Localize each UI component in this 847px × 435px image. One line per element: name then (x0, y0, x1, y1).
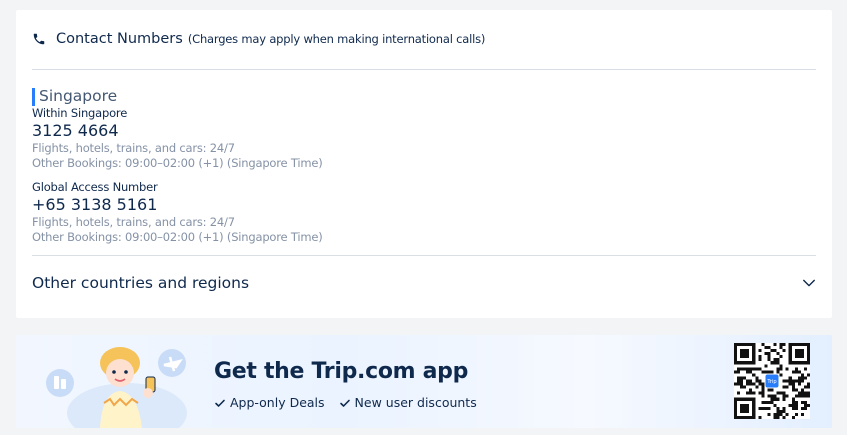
check-icon (339, 399, 350, 407)
phone-entry: Within Singapore 3125 4664 Flights, hote… (32, 106, 323, 171)
other-countries-label: Other countries and regions (32, 274, 250, 292)
phone-entry: Global Access Number +65 3138 5161 Fligh… (32, 180, 323, 245)
divider (32, 69, 816, 70)
perk-item: New user discounts (339, 395, 477, 410)
phone-number[interactable]: +65 3138 5161 (32, 195, 323, 215)
perk-label: App-only Deals (230, 395, 325, 410)
qr-badge-label: Trip (766, 379, 776, 385)
perk-label: New user discounts (354, 395, 477, 410)
region-heading: Singapore (32, 88, 117, 106)
phone-number[interactable]: 3125 4664 (32, 121, 323, 141)
divider (32, 255, 816, 256)
contact-note: (Charges may apply when making internati… (187, 32, 486, 46)
entry-hours-other: Other Bookings: 09:00–02:00 (+1) (Singap… (32, 230, 323, 244)
check-icon (215, 399, 225, 407)
chevron-down-icon[interactable] (802, 276, 816, 290)
entry-label: Within Singapore (32, 106, 128, 120)
app-perks: App-only Deals New user discounts (214, 395, 477, 410)
app-download-banner[interactable]: Get the Trip.com app App-only Deals New … (16, 335, 832, 428)
qr-code-icon[interactable]: Trip (734, 343, 810, 419)
entry-hours-other: Other Bookings: 09:00–02:00 (+1) (Singap… (32, 156, 323, 170)
contact-card: Contact Numbers (Charges may apply when … (16, 10, 832, 318)
app-banner-title: Get the Trip.com app (214, 359, 469, 384)
contact-title: Contact Numbers (56, 31, 183, 47)
entry-label: Global Access Number (32, 180, 158, 194)
contact-header: Contact Numbers (Charges may apply when … (32, 28, 485, 50)
app-promo-illustration-icon (46, 347, 187, 428)
other-countries-toggle[interactable]: Other countries and regions (32, 272, 816, 294)
phone-icon (33, 33, 45, 45)
entry-hours-travel: Flights, hotels, trains, and cars: 24/7 (32, 141, 235, 155)
perk-item: App-only Deals (214, 395, 325, 410)
entry-hours-travel: Flights, hotels, trains, and cars: 24/7 (32, 215, 235, 229)
